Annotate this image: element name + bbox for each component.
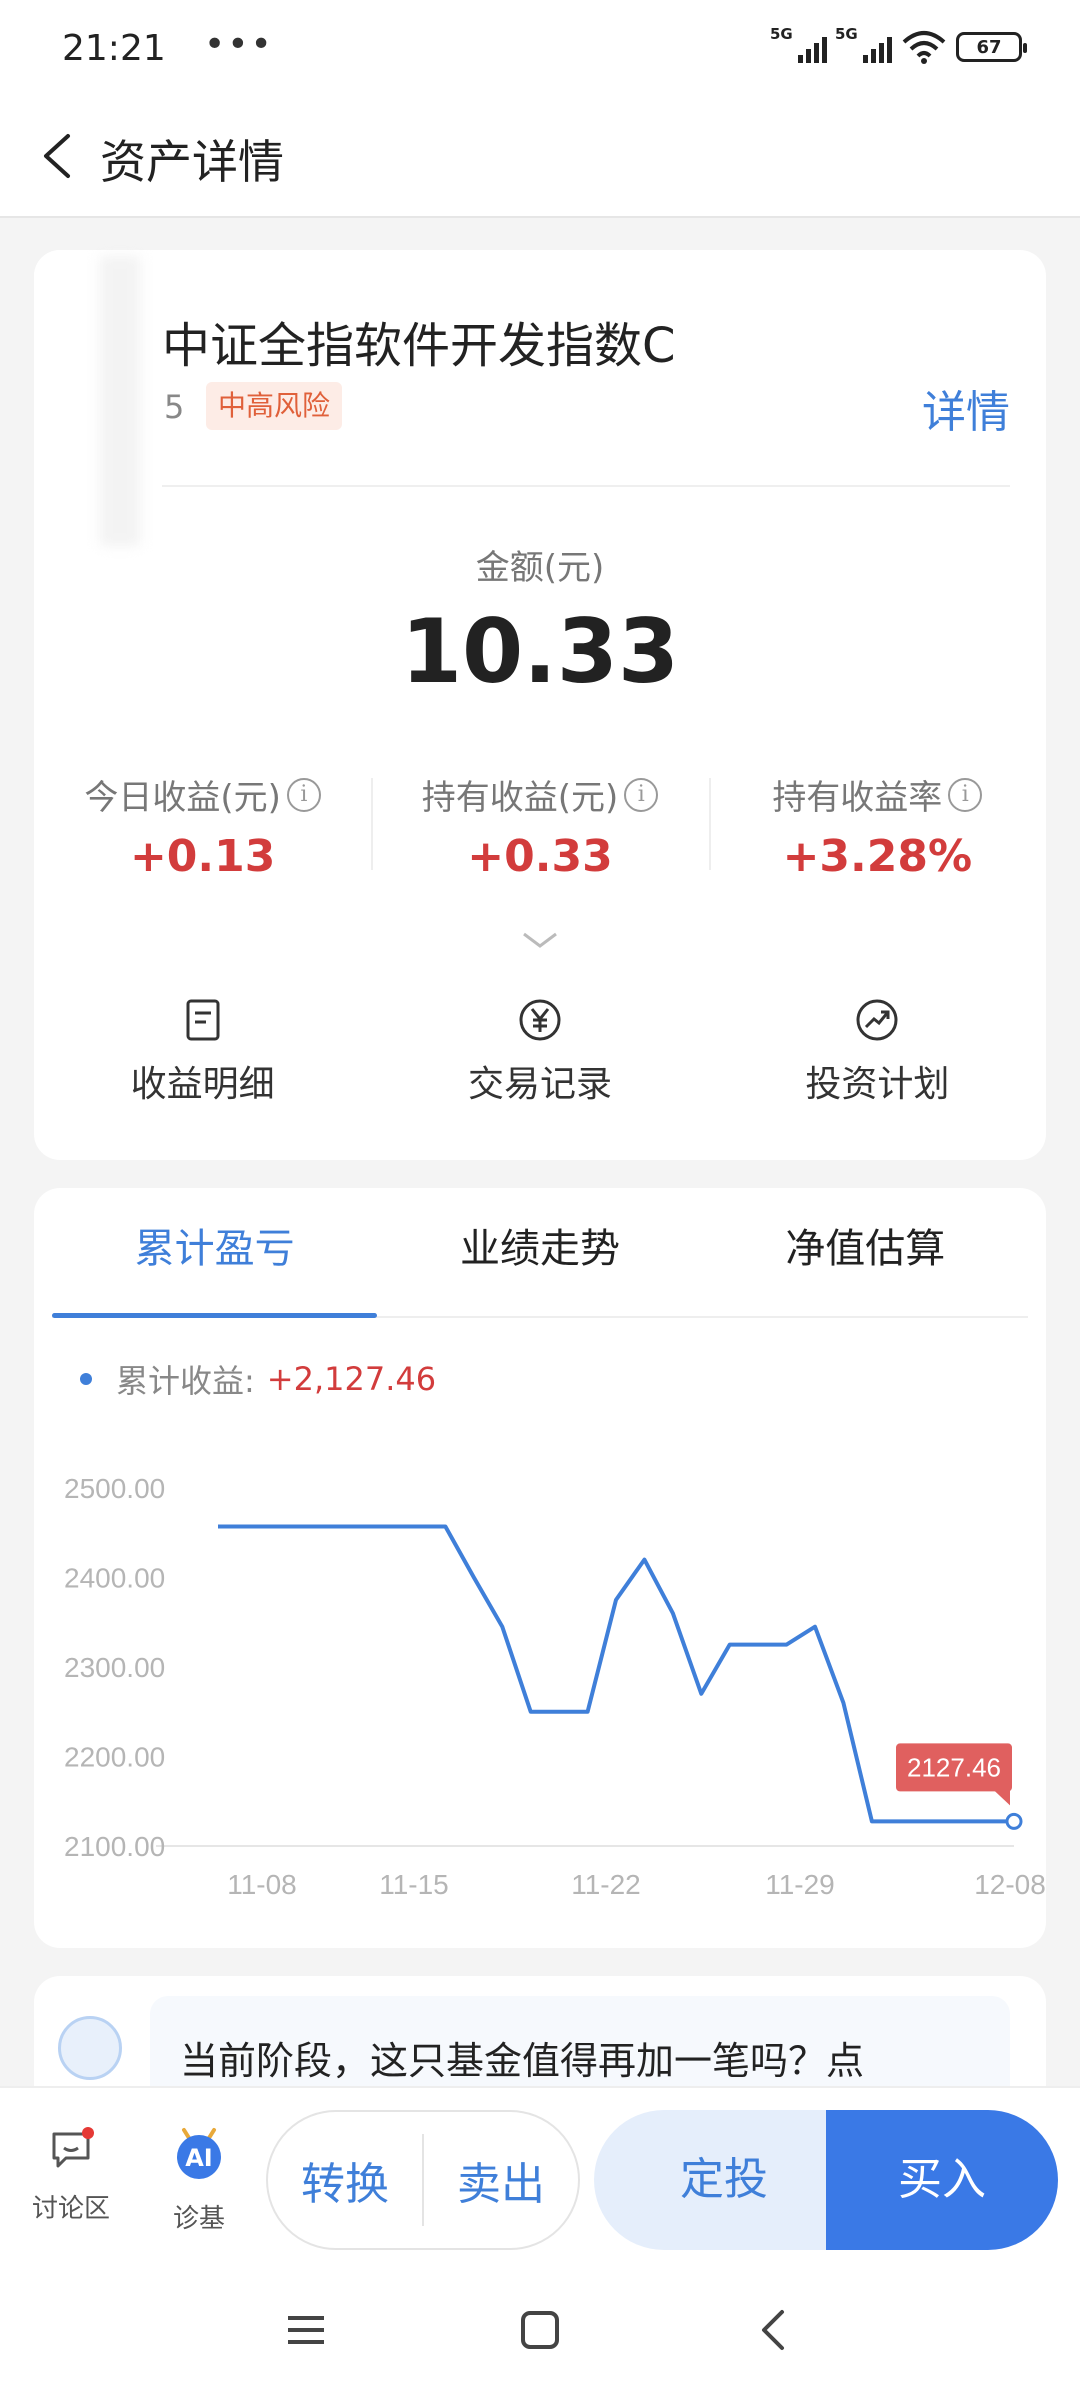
action-invest-plan[interactable]: 投资计划 [709,995,1046,1107]
ai-banner[interactable]: 当前阶段，这只基金值得再加一笔吗？点 [34,1976,1046,2096]
signal-icon: 5G [770,25,827,63]
tab-performance[interactable]: 业绩走势 [377,1188,702,1316]
chat-icon [52,2127,94,2168]
page-title: 资产详情 [100,135,284,189]
fund-summary-card: 中证全指软件开发指数C 5 中高风险 详情 金额(元) 10.33 今日收益(元… [34,250,1046,1160]
last-point-marker [1005,1812,1023,1830]
discuss-label: 讨论区 [31,2194,110,2224]
back-icon[interactable] [752,2308,796,2352]
legend-dot [80,1373,92,1385]
amount-label: 金额(元) [475,548,605,588]
battery-icon: 67 [956,32,1027,62]
blurred-logo [34,250,174,550]
discuss-button[interactable]: 讨论区 [26,2124,116,2225]
divider [162,485,1010,487]
convert-button[interactable]: 转换 [268,2148,422,2212]
back-arrow-icon[interactable] [30,126,90,186]
x-tick-label: 11-15 [379,1869,449,1900]
y-tick-label: 2200.00 [64,1742,165,1773]
system-navigation-bar [0,2256,1080,2400]
ai-avatar-icon [58,2016,122,2080]
status-icons: 5G 5G 67 [770,25,1027,64]
info-icon[interactable]: i [948,777,983,812]
y-tick-label: 2400.00 [64,1563,165,1594]
trend-icon [856,999,898,1041]
document-icon [186,999,220,1041]
menu-icon[interactable] [284,2308,328,2352]
chevron-down-icon[interactable] [520,928,560,952]
x-tick-label: 11-22 [571,1869,641,1900]
convert-sell-group: 转换 卖出 [266,2110,580,2250]
home-icon[interactable] [518,2308,562,2352]
action-earnings-detail[interactable]: 收益明细 [34,995,371,1107]
x-tick-label: 11-08 [227,1869,297,1900]
stat-rate: 持有收益率 i +3.28% [708,770,1046,882]
action-label: 投资计划 [805,1064,950,1105]
page-header: 资产详情 [0,100,1080,218]
risk-badge: 中高风险 [206,382,343,430]
signal-icon: 5G [835,25,892,63]
auto-invest-button[interactable]: 定投 [594,2110,854,2250]
stat-today: 今日收益(元) i +0.13 [34,770,371,882]
chart-tabs: 累计盈亏 业绩走势 净值估算 [52,1188,1028,1318]
diagnose-button[interactable]: AI 诊基 [154,2124,244,2235]
stat-value: +3.28% [782,831,973,882]
stats-row: 今日收益(元) i +0.13 持有收益(元) i +0.33 持有收益率 i +3.… [34,770,1046,882]
last-value-pointer [994,1790,1010,1806]
last-value-label: 2127.46 [907,1752,1001,1782]
buy-button[interactable]: 买入 [826,2110,1058,2250]
y-tick-label: 2100.00 [64,1831,165,1862]
stat-value: +0.33 [467,831,613,882]
info-icon[interactable]: i [286,777,321,812]
tab-nav-estimate[interactable]: 净值估算 [703,1188,1028,1316]
info-icon[interactable]: i [624,777,659,812]
action-label: 收益明细 [130,1064,275,1105]
sell-button[interactable]: 卖出 [424,2148,578,2212]
chart-legend: 累计收益: +2,127.46 [80,1356,436,1402]
series-line [218,1524,1014,1824]
fund-name: 中证全指软件开发指数C [162,318,676,374]
diagnose-label: 诊基 [172,2204,225,2234]
legend-label: 累计收益: [116,1362,255,1400]
legend-value: +2,127.46 [266,1360,437,1398]
stat-label: 今日收益(元) [84,778,281,818]
y-tick-label: 2300.00 [64,1652,165,1683]
ai-robot-icon: AI [177,2128,221,2179]
yen-circle-icon [519,999,561,1041]
action-transactions[interactable]: 交易记录 [371,995,708,1107]
action-label: 交易记录 [467,1064,612,1105]
chart-card: 累计盈亏 业绩走势 净值估算 累计收益: +2,127.46 2500.00 24… [34,1188,1046,1948]
stat-label: 持有收益(元) [421,778,619,818]
status-time: 21:21 [62,28,166,69]
quick-actions: 收益明细 交易记录 投资计划 [34,995,1046,1107]
detail-link[interactable]: 详情 [922,376,1010,440]
wifi-icon [902,31,946,64]
tab-cumulative-pnl[interactable]: 累计盈亏 [52,1188,378,1318]
stat-holding: 持有收益(元) i +0.33 [371,770,708,882]
fund-code: 5 [164,388,185,426]
status-dots: ••• [204,24,274,65]
cumulative-pnl-chart[interactable]: 2500.00 2400.00 2300.00 2200.00 2100.00 11-08… [34,1438,1046,1918]
ai-banner-text: 当前阶段，这只基金值得再加一笔吗？点 [150,1996,1010,2096]
ai-badge-text: AI [185,2144,213,2172]
stat-label: 持有收益率 [772,778,943,818]
x-tick-label: 12-08 [974,1869,1046,1900]
amount-value: 10.33 [400,600,680,703]
stat-value: +0.13 [129,831,276,882]
bottom-action-bar: 讨论区 AI 诊基 转换 卖出 定投 买入 [0,2086,1080,2256]
status-bar: 21:21 ••• 5G 5G 67 [0,0,1080,100]
x-tick-label: 11-29 [765,1869,835,1900]
y-tick-label: 2500.00 [64,1473,165,1504]
